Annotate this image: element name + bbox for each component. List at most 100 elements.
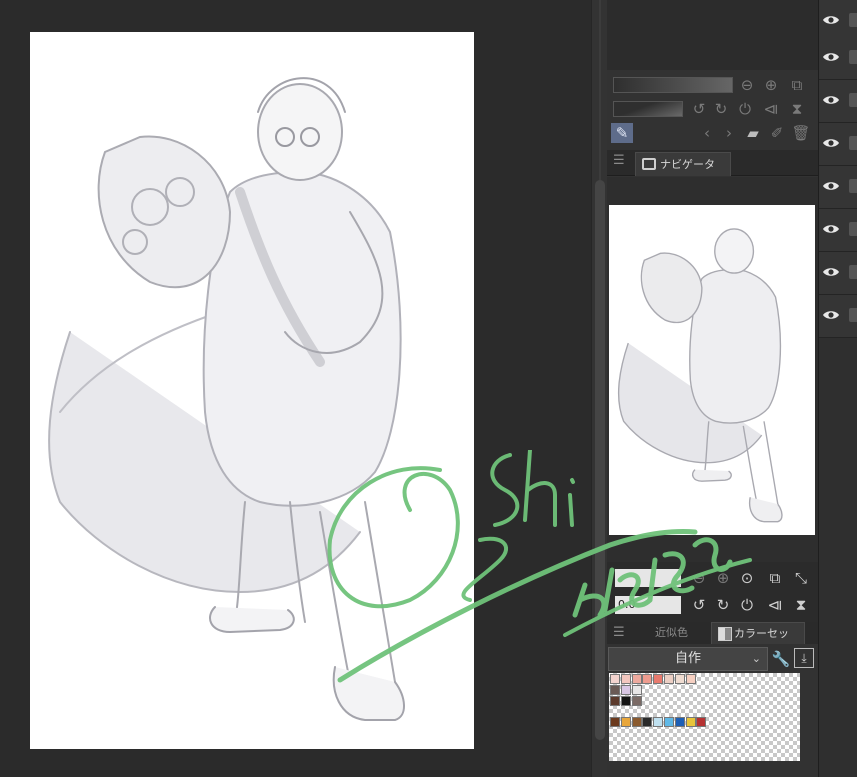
open-folder-icon[interactable]: ▰ [743, 123, 763, 143]
tab-colorset[interactable]: カラーセット [711, 622, 805, 662]
layer-thumbnail [849, 13, 857, 27]
color-swatch[interactable] [653, 674, 664, 684]
layer-thumbnail [849, 265, 857, 279]
rotate-left-icon[interactable]: ↺ [689, 99, 709, 119]
prev-icon[interactable]: ‹ [697, 123, 717, 143]
color-swatch[interactable] [674, 717, 685, 728]
color-swatch[interactable] [631, 674, 642, 684]
flip-horizontal-icon[interactable]: ⧏ [761, 99, 781, 119]
nav-actual-size-icon[interactable]: ⤡ [791, 568, 811, 588]
color-swatch[interactable] [674, 674, 685, 684]
tool-row: ✎ ‹ › ▰ ✐ 🗑 [611, 122, 817, 144]
next-icon[interactable]: › [719, 123, 739, 143]
eye-icon[interactable] [822, 222, 840, 236]
tab-navigator[interactable]: ナビゲーター [635, 152, 731, 195]
color-swatch[interactable] [631, 717, 642, 728]
color-swatch[interactable] [620, 674, 631, 684]
color-swatch[interactable] [631, 684, 642, 695]
brush-curve-slider[interactable] [613, 101, 683, 117]
navigator-tabbar: ☰ ナビゲーター [607, 150, 818, 195]
nav-flip-h-icon[interactable]: ⧏ [765, 595, 785, 615]
color-swatch[interactable] [664, 674, 674, 684]
rotate-value-field[interactable]: 0.0 [615, 596, 681, 614]
color-swatch[interactable] [653, 717, 664, 728]
canvas-area[interactable] [0, 0, 591, 777]
zoom-out-icon[interactable]: ⊖ [737, 75, 757, 95]
color-swatch[interactable] [685, 674, 696, 684]
layer-row[interactable] [819, 37, 857, 80]
layer-row[interactable] [819, 295, 857, 338]
eye-icon[interactable] [822, 308, 840, 322]
layer-row[interactable] [819, 166, 857, 209]
color-swatch[interactable] [610, 674, 620, 684]
colorset-select[interactable]: 自作 ⌄ [608, 647, 768, 671]
wrench-icon[interactable]: 🔧 [770, 648, 792, 670]
swatch-grid[interactable] [609, 673, 800, 761]
rotate-right-icon[interactable]: ↻ [711, 99, 731, 119]
nav-flip-v-icon[interactable]: ⧗ [791, 595, 811, 615]
tab-similar-color[interactable]: 近似色 [635, 622, 696, 644]
color-swatch[interactable] [620, 695, 631, 706]
layer-panel [818, 0, 857, 777]
nav-reset-rotate-icon[interactable]: ⏻ [737, 595, 757, 615]
navigator-preview[interactable] [609, 205, 815, 535]
brush-size-row: ⊖ ⊕ ⧉ [611, 74, 817, 96]
color-swatch[interactable] [685, 717, 696, 728]
menu-icon[interactable]: ☰ [613, 154, 627, 168]
eye-icon[interactable] [822, 93, 840, 107]
nav-stop-icon[interactable]: ⊙ [737, 568, 757, 588]
nav-rotate-left-icon[interactable]: ↺ [689, 595, 709, 615]
color-swatch[interactable] [610, 684, 620, 695]
reset-rotate-icon[interactable]: ⏻ [735, 99, 755, 119]
brush-size-slider[interactable] [613, 77, 733, 93]
fit-icon[interactable]: ⧉ [787, 75, 807, 95]
eye-icon[interactable] [822, 13, 840, 27]
layer-row[interactable] [819, 252, 857, 295]
layer-thumbnail [849, 136, 857, 150]
edit-icon[interactable]: ✐ [767, 123, 787, 143]
layer-row[interactable] [819, 123, 857, 166]
chevron-down-icon: ⌄ [751, 652, 761, 665]
nav-rotate-right-icon[interactable]: ↻ [713, 595, 733, 615]
navigator-panel [607, 177, 818, 562]
zoom-value-field[interactable] [615, 569, 681, 587]
flip-vertical-icon[interactable]: ⧗ [787, 99, 807, 119]
layer-thumbnail [849, 50, 857, 64]
artwork-sketch [48, 77, 405, 721]
color-swatch[interactable] [664, 717, 674, 728]
color-menu-icon[interactable]: ☰ [613, 626, 627, 640]
color-swatch[interactable] [610, 695, 620, 706]
color-swatch[interactable] [642, 674, 653, 684]
eye-icon[interactable] [822, 50, 840, 64]
color-swatch[interactable] [696, 717, 707, 728]
zoom-in-icon[interactable]: ⊕ [761, 75, 781, 95]
navigator-controls: ⊖ ⊕ ⊙ ⧉ ⤡ 0.0 ↺ ↻ ⏻ ⧏ ⧗ [607, 562, 818, 622]
panel-top-area [607, 0, 818, 70]
vertical-scrollbar[interactable] [591, 0, 607, 777]
nav-fit-icon[interactable]: ⧉ [765, 568, 785, 588]
color-swatch[interactable] [642, 717, 653, 728]
trash-icon[interactable]: 🗑 [791, 123, 811, 143]
eyedropper-icon[interactable]: ✎ [611, 123, 633, 143]
color-tabbar: ☰ 近似色 カラーセット [607, 622, 818, 662]
app-window: ⊖ ⊕ ⧉ ↺ ↻ ⏻ ⧏ ⧗ ✎ ‹ › ▰ ✐ 🗑 ☰ ナビゲーター [0, 0, 857, 777]
eye-icon[interactable] [822, 179, 840, 193]
right-panel: ⊖ ⊕ ⧉ ↺ ↻ ⏻ ⧏ ⧗ ✎ ‹ › ▰ ✐ 🗑 ☰ ナビゲーター [607, 0, 818, 777]
navigator-icon [642, 158, 656, 170]
color-swatch[interactable] [631, 695, 642, 706]
nav-zoom-in-icon[interactable]: ⊕ [713, 568, 733, 588]
layer-thumbnail [849, 308, 857, 322]
color-swatch[interactable] [610, 717, 620, 728]
layer-row[interactable] [819, 80, 857, 123]
eye-icon[interactable] [822, 136, 840, 150]
layer-row[interactable] [819, 209, 857, 252]
artwork-canvas[interactable] [30, 32, 474, 749]
color-swatch[interactable] [620, 717, 631, 728]
import-icon[interactable]: ⤓ [794, 648, 814, 668]
scroll-thumb[interactable] [595, 180, 605, 740]
layer-thumbnail [849, 93, 857, 107]
eye-icon[interactable] [822, 265, 840, 279]
color-swatch[interactable] [620, 684, 631, 695]
brush-opacity-row: ↺ ↻ ⏻ ⧏ ⧗ [611, 98, 817, 120]
nav-zoom-out-icon[interactable]: ⊖ [689, 568, 709, 588]
